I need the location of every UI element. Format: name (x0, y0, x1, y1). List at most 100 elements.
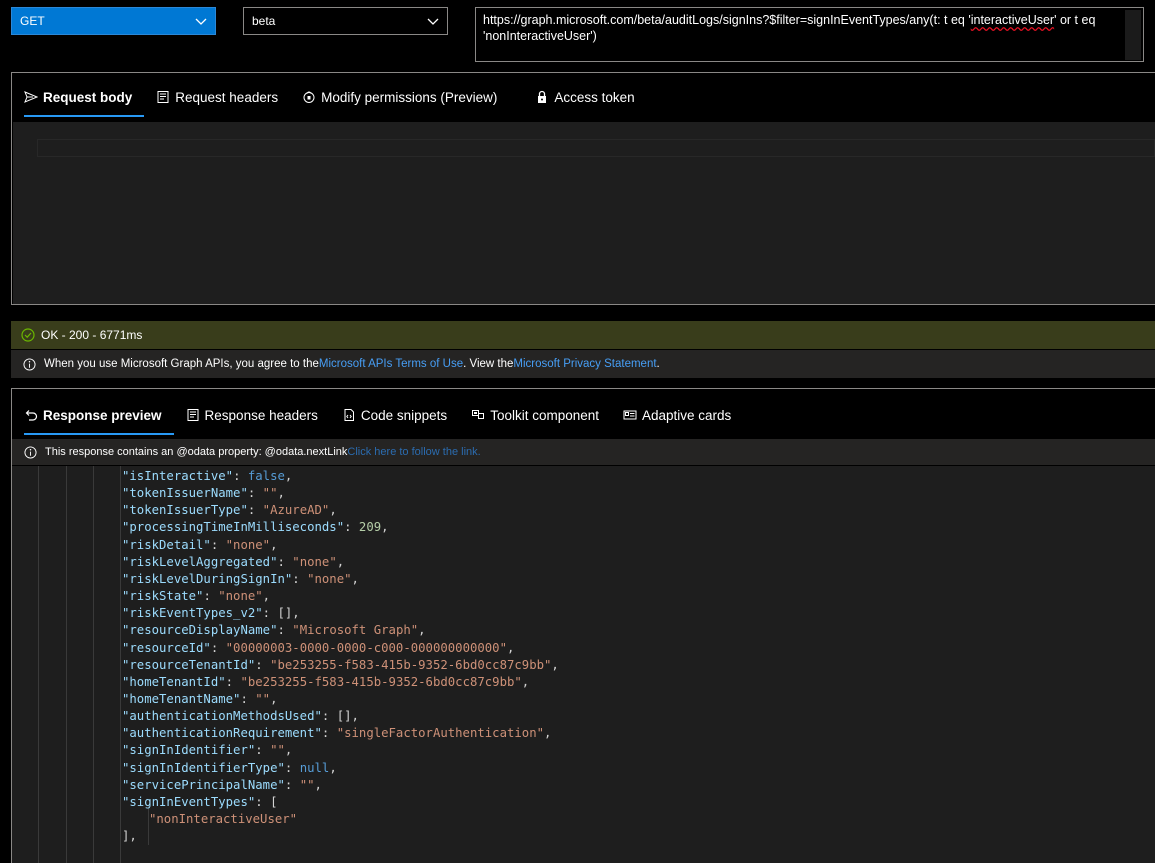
json-colon: : (240, 691, 256, 706)
json-key: "signInIdentifierType" (122, 760, 285, 775)
json-colon: : (247, 486, 263, 501)
json-punct: , (270, 537, 278, 552)
tab-request-headers[interactable]: Request headers (144, 73, 290, 121)
tab-response-headers[interactable]: Response headers (174, 391, 330, 439)
card-icon (623, 410, 637, 420)
json-key: "riskState" (122, 589, 204, 604)
notice-prefix: When you use Microsoft Graph APIs, you a… (44, 358, 319, 370)
indent-guide (66, 466, 67, 863)
chevron-down-icon (427, 18, 439, 25)
json-punct: , (329, 760, 337, 775)
json-colon: : (210, 537, 226, 552)
json-value: "" (270, 743, 285, 758)
json-key: "tokenIssuerType" (122, 503, 248, 518)
indent-guide (93, 466, 94, 863)
json-colon: : (255, 743, 271, 758)
json-line: "riskLevelAggregated": "none", (122, 554, 344, 571)
json-key: "authenticationMethodsUsed" (122, 709, 322, 724)
json-value: "AzureAD" (262, 503, 330, 518)
headers-icon (157, 91, 169, 103)
status-bar: OK - 200 - 6771ms (11, 321, 1155, 349)
response-json-viewer[interactable]: "isInteractive": false, "tokenIssuerName"… (12, 466, 1155, 863)
version-dropdown[interactable]: beta (243, 7, 448, 35)
json-punct: , (351, 709, 359, 724)
response-tabs: Response preview Response headers Code s… (12, 391, 743, 439)
odata-next-link[interactable]: Click here to follow the link. (347, 446, 480, 458)
json-key: "resourceId" (122, 640, 211, 655)
tab-adaptive-cards[interactable]: Adaptive cards (611, 391, 743, 439)
info-icon (23, 357, 36, 371)
tab-response-preview[interactable]: Response preview (12, 391, 174, 439)
request-url-input[interactable]: https://graph.microsoft.com/beta/auditLo… (475, 7, 1144, 62)
json-line: "resourceTenantId": "be253255-f583-415b-… (122, 657, 559, 674)
privacy-link[interactable]: Microsoft Privacy Statement (513, 358, 656, 370)
tab-code-snippets[interactable]: Code snippets (330, 391, 459, 439)
terms-notice: When you use Microsoft Graph APIs, you a… (11, 350, 1155, 378)
tab-modify-permissions[interactable]: Modify permissions (Preview) (290, 73, 509, 121)
indent-guide (120, 466, 121, 863)
json-value: "none" (292, 554, 337, 569)
json-punct: , (521, 674, 530, 689)
terms-link[interactable]: Microsoft APIs Terms of Use (319, 358, 463, 370)
url-text-part1: https://graph.microsoft.com/beta/auditLo… (483, 13, 971, 27)
indent-guide (38, 466, 39, 863)
notice-middle: . View the (463, 358, 514, 370)
chevron-down-icon (195, 18, 207, 25)
json-colon: : (277, 623, 293, 638)
json-line: "riskDetail": "none", (122, 537, 277, 554)
json-line: "authenticationRequirement": "singleFact… (122, 725, 551, 742)
method-value: GET (20, 14, 45, 28)
json-punct: , (270, 691, 278, 706)
tab-request-body[interactable]: Request body (12, 73, 145, 121)
tab-label: Request body (43, 89, 133, 105)
json-key: "homeTenantId" (122, 674, 226, 689)
request-body-editor[interactable] (13, 122, 1155, 304)
json-colon: : (321, 726, 337, 741)
json-key: "riskDetail" (122, 537, 211, 552)
json-array-item: "nonInteractiveUser" (149, 812, 298, 826)
check-circle-icon (21, 328, 35, 342)
json-value: [] (336, 709, 352, 724)
json-line: "authenticationMethodsUsed": [], (122, 708, 359, 725)
json-value: "" (255, 691, 271, 706)
json-key: "signInEventTypes" (122, 794, 256, 809)
json-colon: : (255, 794, 271, 809)
json-key: "authenticationRequirement" (122, 726, 322, 741)
version-value: beta (252, 14, 276, 28)
json-punct: , (551, 657, 559, 672)
json-value: "Microsoft Graph" (292, 623, 419, 638)
tab-access-token[interactable]: Access token (523, 73, 646, 121)
tab-label: Response headers (204, 407, 318, 423)
tab-toolkit-component[interactable]: Toolkit component (459, 391, 611, 439)
json-value: "" (262, 486, 278, 501)
json-line: "riskState": "none", (122, 588, 270, 605)
json-value: "none" (225, 537, 271, 552)
json-colon: : (203, 589, 219, 604)
json-value: false (247, 469, 285, 483)
json-colon: : (210, 640, 226, 655)
json-punct: , (544, 726, 552, 741)
json-line: "signInIdentifier": "", (122, 742, 292, 759)
json-punct: , (314, 777, 322, 792)
json-line: "signInIdentifierType": null, (122, 760, 337, 777)
json-key: "signInIdentifier" (122, 743, 256, 758)
json-punct: , (262, 589, 271, 604)
json-line: "tokenIssuerType": "AzureAD", (122, 502, 337, 519)
json-line: "signInEventTypes": [ (122, 794, 277, 811)
method-dropdown[interactable]: GET (11, 7, 216, 35)
json-punct: , (284, 469, 293, 483)
request-panel: Request body Request headers Modify perm… (11, 72, 1155, 305)
url-scrollbar[interactable] (1125, 10, 1141, 60)
tab-label: Adaptive cards (642, 407, 732, 423)
headers-icon (187, 409, 199, 421)
json-key: "homeTenantName" (122, 691, 241, 706)
json-punct: , (381, 520, 389, 535)
json-punct: , (284, 743, 293, 758)
toolkit-icon (472, 410, 485, 419)
json-line: "tokenIssuerName": "", (122, 485, 285, 502)
json-punct: , (277, 486, 285, 501)
json-line: "resourceDisplayName": "Microsoft Graph"… (122, 622, 426, 639)
json-line: "servicePrincipalName": "", (122, 777, 322, 794)
json-key: "riskLevelDuringSignIn" (122, 571, 293, 586)
json-value: "00000003-0000-0000-c000-000000000000" (225, 640, 507, 655)
